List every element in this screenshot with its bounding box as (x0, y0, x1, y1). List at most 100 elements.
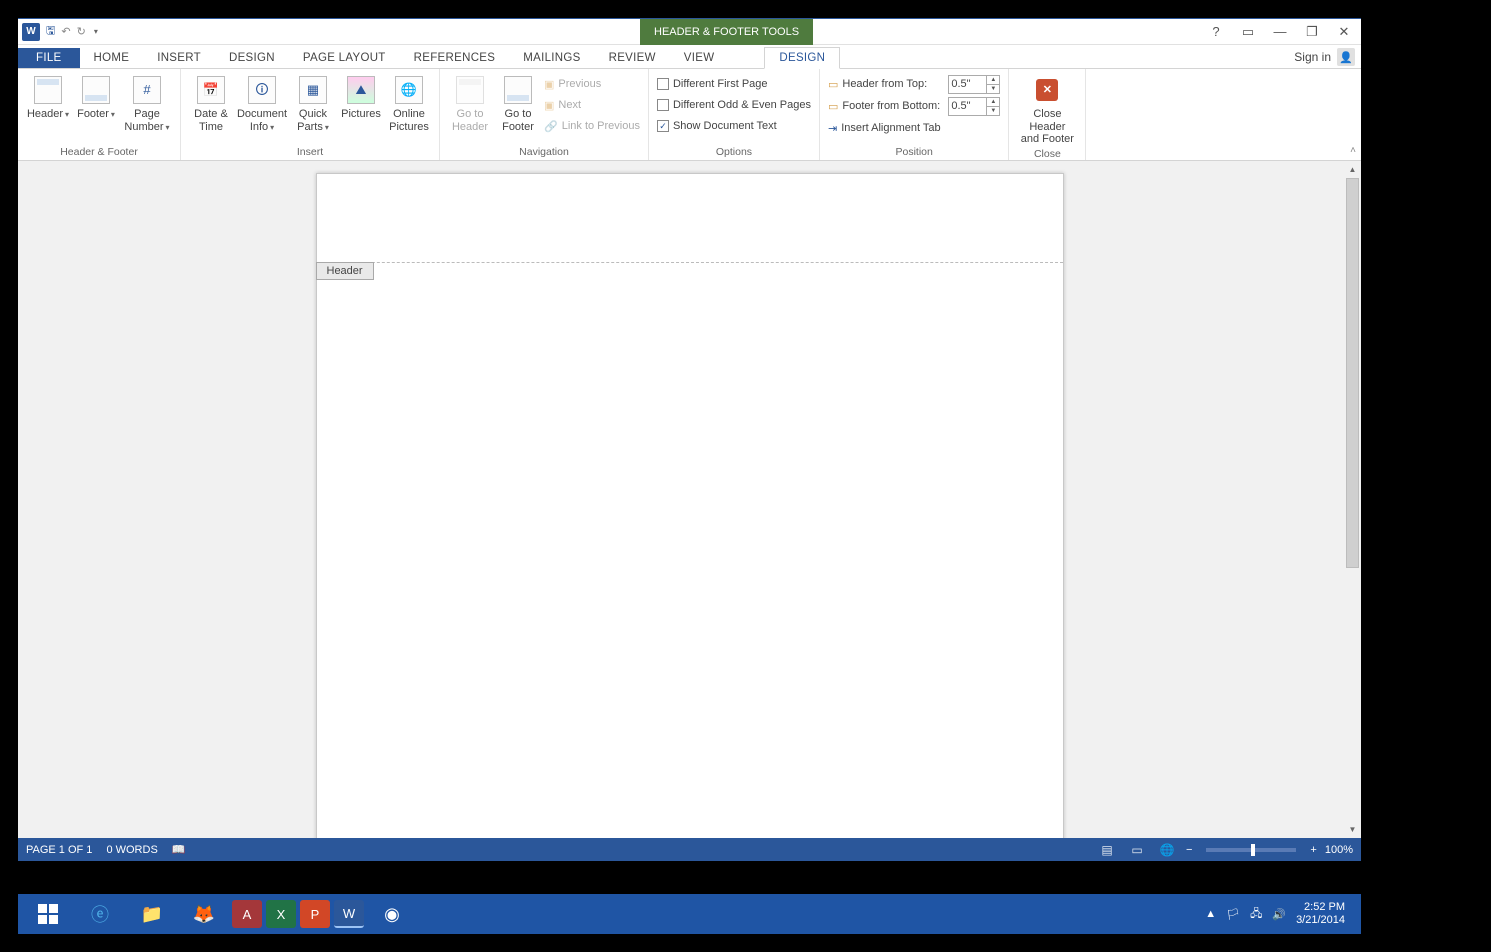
tray-volume-icon[interactable]: 🔊 (1272, 908, 1286, 921)
help-icon[interactable]: ? (1203, 21, 1229, 43)
footer-button[interactable]: Footer▾ (74, 72, 118, 121)
page-number-button[interactable]: # Page Number▾ (122, 72, 172, 133)
group-insert: 📅 Date & Time 🛈 Document Info▾ ▦ Quick P… (181, 69, 440, 160)
page-indicator[interactable]: PAGE 1 OF 1 (26, 844, 92, 856)
insert-alignment-tab-button[interactable]: ⇥Insert Alignment Tab (828, 118, 1000, 138)
checkbox-empty-icon (657, 99, 669, 111)
tab-insert[interactable]: INSERT (143, 48, 215, 68)
pictures-label: Pictures (341, 108, 381, 121)
zoom-slider[interactable] (1206, 848, 1296, 852)
footer-label: Footer (77, 108, 109, 120)
pictures-button[interactable]: ⛰ Pictures (339, 72, 383, 121)
taskbar-app-icon[interactable]: 🦊 (180, 897, 228, 931)
group-options: Different First Page Different Odd & Eve… (649, 69, 820, 160)
different-first-page-checkbox[interactable]: Different First Page (657, 74, 811, 94)
proofing-icon[interactable]: 📖 (172, 843, 186, 856)
group-position: ▭ Header from Top: 0.5"▲▼ ▭ Footer from … (820, 69, 1009, 160)
tab-review[interactable]: REVIEW (595, 48, 670, 68)
quick-parts-icon: ▦ (299, 76, 327, 104)
taskbar-clock[interactable]: 2:52 PM 3/21/2014 (1296, 901, 1345, 926)
save-icon[interactable]: 🖫 (46, 22, 55, 41)
taskbar-ie-icon[interactable]: ⓔ (76, 897, 124, 931)
show-document-text-checkbox[interactable]: ✓ Show Document Text (657, 116, 811, 136)
spinner-down-icon[interactable]: ▼ (987, 107, 999, 115)
vertical-scrollbar[interactable]: ▲ ▼ (1344, 161, 1361, 838)
footer-icon (82, 76, 110, 104)
tray-network-icon[interactable]: 🖧 (1250, 905, 1262, 924)
spinner-down-icon[interactable]: ▼ (987, 85, 999, 93)
header-separator (317, 262, 1063, 263)
tab-design[interactable]: DESIGN (215, 48, 289, 68)
word-count[interactable]: 0 WORDS (106, 844, 157, 856)
different-odd-even-checkbox[interactable]: Different Odd & Even Pages (657, 95, 811, 115)
goto-footer-button[interactable]: Go to Footer (496, 72, 540, 133)
footer-from-bottom-label: Footer from Bottom: (842, 100, 944, 112)
online-pictures-button[interactable]: 🌐 Online Pictures (387, 72, 431, 133)
footer-from-bottom-input[interactable]: 0.5"▲▼ (948, 97, 1000, 116)
undo-icon[interactable]: ↶ (61, 25, 70, 38)
status-bar: PAGE 1 OF 1 0 WORDS 📖 ▤ ▭ 🌐 − + 100% (18, 838, 1361, 861)
print-layout-icon[interactable]: ▭ (1126, 841, 1148, 859)
document-info-button[interactable]: 🛈 Document Info▾ (237, 72, 287, 133)
tab-page-layout[interactable]: PAGE LAYOUT (289, 48, 400, 68)
taskbar-powerpoint-icon[interactable]: P (300, 900, 330, 928)
taskbar-excel-icon[interactable]: X (266, 900, 296, 928)
taskbar-access-icon[interactable]: A (232, 900, 262, 928)
footer-bottom-icon: ▭ (828, 100, 838, 113)
scroll-thumb[interactable] (1346, 178, 1359, 568)
date-time-button[interactable]: 📅 Date & Time (189, 72, 233, 133)
taskbar-explorer-icon[interactable]: 📁 (128, 897, 176, 931)
alignment-tab-icon: ⇥ (828, 122, 837, 135)
taskbar-chrome-icon[interactable]: ◉ (368, 897, 416, 931)
tray-show-hidden-icon[interactable]: ▲ (1205, 908, 1216, 920)
tab-mailings[interactable]: MAILINGS (509, 48, 594, 68)
page-number-label: Page Number (124, 108, 163, 133)
next-button: ▣Next (544, 95, 640, 115)
header-label: Header (27, 108, 63, 120)
tab-hf-design[interactable]: DESIGN (764, 47, 840, 69)
quick-parts-button[interactable]: ▦ Quick Parts▾ (291, 72, 335, 133)
redo-icon[interactable]: ↻ (77, 25, 86, 38)
quick-parts-label: Quick Parts (297, 108, 327, 133)
header-from-top-value: 0.5" (951, 78, 970, 90)
document-page[interactable]: Header (316, 173, 1064, 838)
window-controls: ? ▭ — ❐ ✕ (1203, 21, 1357, 43)
checkbox-checked-icon: ✓ (657, 120, 669, 132)
zoom-out-icon[interactable]: − (1186, 844, 1192, 856)
spinner-up-icon[interactable]: ▲ (987, 98, 999, 107)
scroll-down-icon[interactable]: ▼ (1344, 821, 1361, 838)
tray-flag-icon[interactable]: 🏳 (1226, 908, 1240, 921)
zoom-in-icon[interactable]: + (1310, 844, 1316, 856)
qat-customize-icon[interactable]: ▾ (94, 27, 98, 36)
show-document-text-label: Show Document Text (673, 120, 777, 132)
tab-view[interactable]: VIEW (670, 48, 729, 68)
different-odd-even-label: Different Odd & Even Pages (673, 99, 811, 111)
group-navigation: Go to Header Go to Footer ▣Previous ▣Nex… (440, 69, 649, 160)
tab-home[interactable]: HOME (80, 48, 144, 68)
calendar-icon: 📅 (197, 76, 225, 104)
document-area: Header ▲ ▼ (18, 161, 1361, 838)
zoom-level[interactable]: 100% (1325, 844, 1353, 856)
taskbar-word-icon[interactable]: W (334, 900, 364, 928)
scroll-track[interactable] (1344, 178, 1361, 821)
header-from-top-input[interactable]: 0.5" ▲▼ (948, 75, 1000, 94)
quick-access-toolbar: W 🖫 ↶ ↻ ▾ (18, 22, 98, 41)
previous-label: Previous (558, 78, 601, 90)
spinner-up-icon[interactable]: ▲ (987, 76, 999, 85)
scroll-up-icon[interactable]: ▲ (1344, 161, 1361, 178)
close-header-footer-button[interactable]: ✕ Close Header and Footer (1017, 72, 1077, 146)
sign-in[interactable]: Sign in 👤 (1294, 48, 1355, 66)
tab-references[interactable]: REFERENCES (400, 48, 510, 68)
web-layout-icon[interactable]: 🌐 (1156, 841, 1178, 859)
restore-icon[interactable]: ❐ (1299, 21, 1325, 43)
ribbon-display-options-icon[interactable]: ▭ (1235, 21, 1261, 43)
minimize-icon[interactable]: — (1267, 21, 1293, 43)
header-button[interactable]: Header▾ (26, 72, 70, 121)
collapse-ribbon-icon[interactable]: ˄ (1345, 69, 1361, 160)
read-mode-icon[interactable]: ▤ (1096, 841, 1118, 859)
tab-file[interactable]: FILE (18, 48, 80, 68)
zoom-handle[interactable] (1251, 844, 1255, 856)
group-header-footer: Header▾ Footer▾ # Page Number▾ Header & … (18, 69, 181, 160)
close-window-icon[interactable]: ✕ (1331, 21, 1357, 43)
start-button[interactable] (24, 897, 72, 931)
